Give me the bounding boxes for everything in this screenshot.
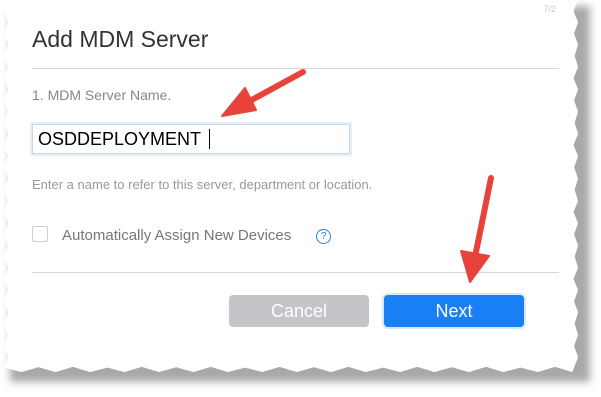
add-mdm-server-dialog: 7/2 Add MDM Server 1. MDM Server Name. E…	[4, 0, 578, 372]
server-name-label: 1. MDM Server Name.	[32, 87, 172, 103]
background-text: 7/2	[543, 4, 556, 14]
title-divider	[32, 68, 559, 69]
screenshot-frame: 7/2 Add MDM Server 1. MDM Server Name. E…	[4, 0, 578, 372]
auto-assign-label[interactable]: Automatically Assign New Devices	[62, 227, 291, 244]
next-button[interactable]: Next	[384, 295, 524, 327]
footer-divider	[32, 272, 559, 273]
dialog-title: Add MDM Server	[32, 26, 209, 52]
server-name-input[interactable]	[32, 124, 350, 154]
server-name-hint: Enter a name to refer to this server, de…	[32, 177, 373, 192]
help-icon[interactable]: ?	[316, 229, 331, 244]
auto-assign-checkbox[interactable]	[32, 226, 48, 242]
cancel-button[interactable]: Cancel	[229, 295, 369, 327]
text-caret	[209, 129, 210, 149]
